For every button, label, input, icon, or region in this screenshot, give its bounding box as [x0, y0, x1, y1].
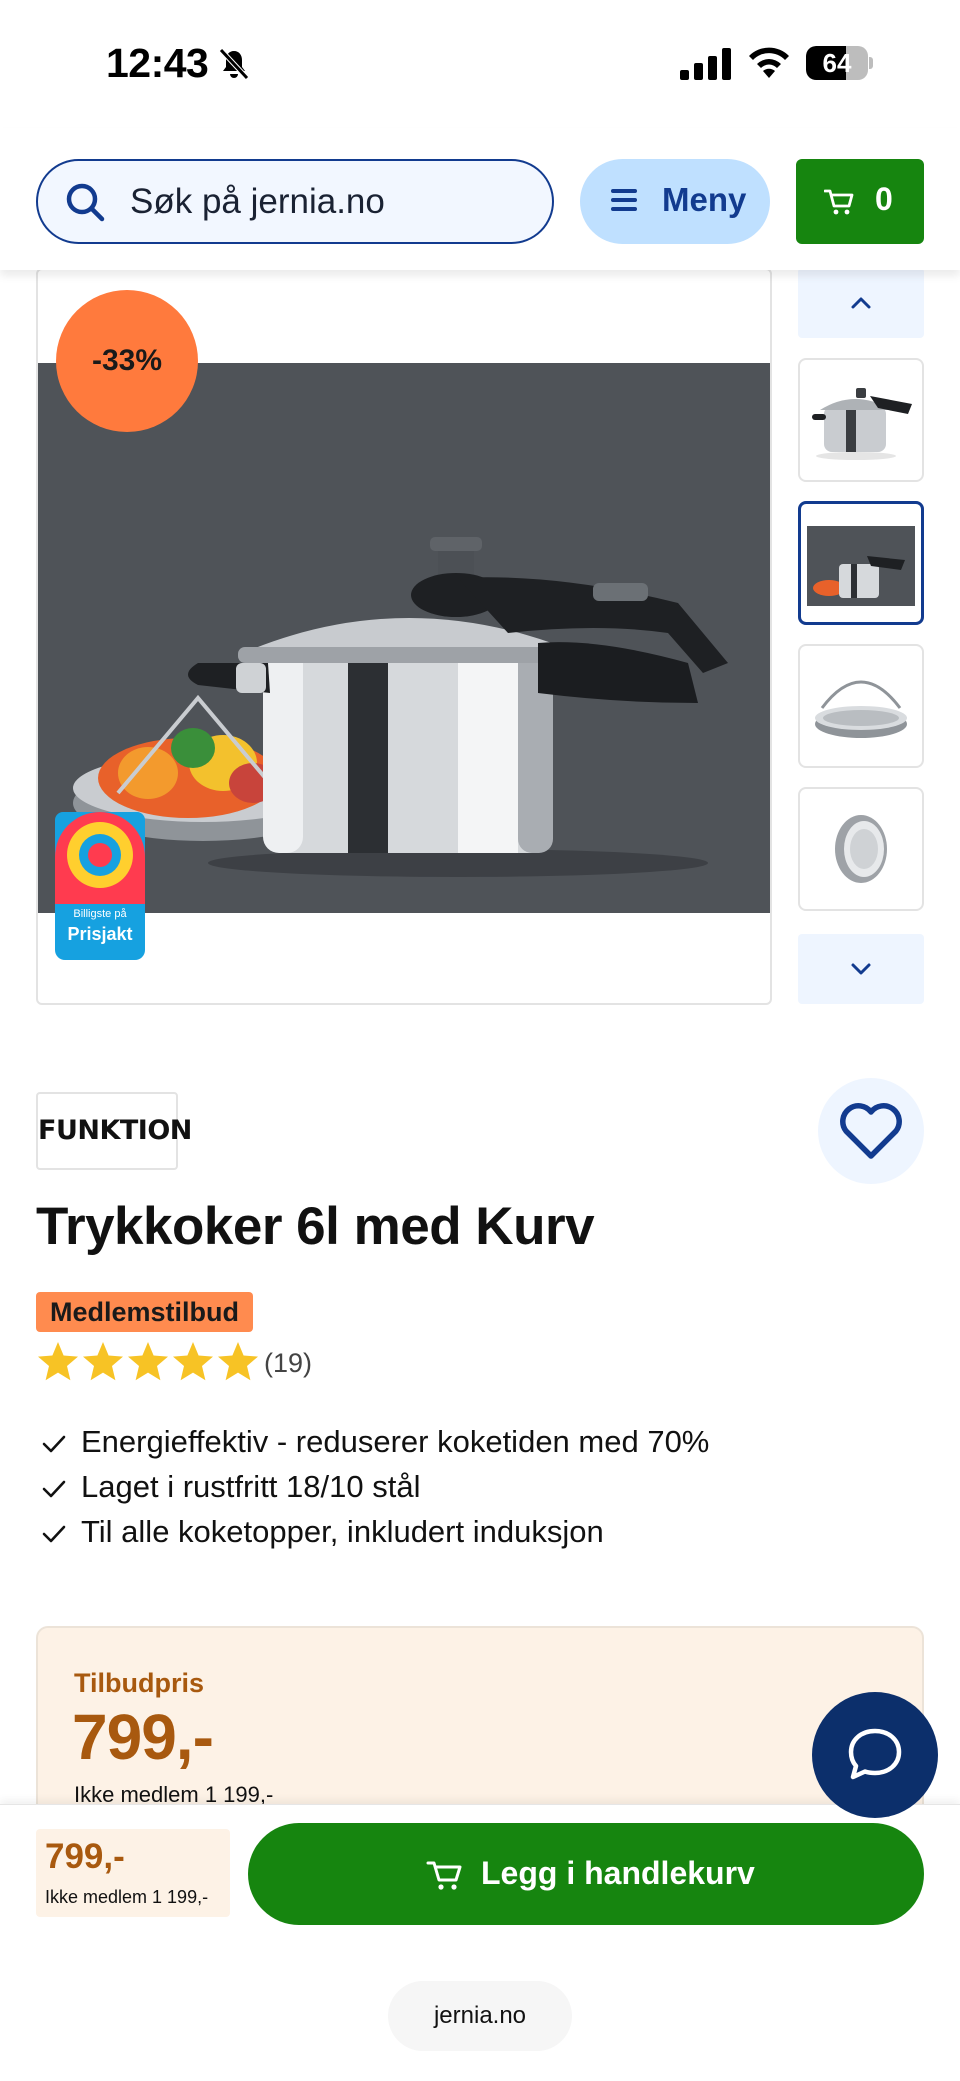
- search-input[interactable]: Søk på jernia.no: [36, 159, 554, 244]
- cart-icon: [426, 1861, 462, 1890]
- star-icon: [38, 1342, 78, 1381]
- star-icon: [83, 1342, 123, 1381]
- price-box: Tilbudpris 799,- Ikke medlem 1 199,-: [36, 1626, 924, 1816]
- battery-percent: 64: [822, 48, 852, 78]
- offer-price-label: Tilbudpris: [74, 1668, 205, 1698]
- brand-logo: FUNKTION: [38, 1115, 192, 1146]
- favorite-button[interactable]: [818, 1078, 924, 1184]
- thumbnail-scroll-up-button[interactable]: [798, 268, 924, 338]
- feature-text: Energieffektiv - reduserer koketiden med…: [81, 1424, 710, 1459]
- thumbnail-pot-image: [812, 388, 912, 460]
- thumbnail-steamer-basket-image: [815, 680, 907, 738]
- feature-item: Til alle koketopper, inkludert induksjon: [36, 1510, 916, 1555]
- bell-slash-icon: [219, 48, 249, 80]
- wifi-icon: [749, 47, 789, 78]
- product-image: [38, 363, 770, 913]
- feature-item: Energieffektiv - reduserer koketiden med…: [36, 1420, 916, 1465]
- prisjakt-brand: Prisjakt: [67, 924, 133, 944]
- feature-text: Til alle koketopper, inkludert induksjon: [81, 1514, 604, 1549]
- thumbnail-1[interactable]: [798, 358, 924, 482]
- member-offer-badge: Medlemstilbud: [36, 1292, 254, 1332]
- search-placeholder: Søk på jernia.no: [130, 182, 385, 221]
- thumbnail-pot-with-basket-image: [807, 526, 915, 606]
- site-header: Søk på jernia.no Meny 0: [0, 128, 960, 270]
- thumbnail-gasket-image: [835, 815, 887, 883]
- cart-icon: [824, 189, 854, 215]
- rating-count: (19): [264, 1348, 313, 1378]
- hamburger-menu-icon: [611, 189, 637, 211]
- checkmark-icon: [42, 1525, 66, 1543]
- discount-text: -33%: [91, 344, 163, 377]
- cellular-signal-icon: [680, 48, 731, 80]
- pressure-cooker-illustration: [73, 537, 728, 877]
- brand-logo-link[interactable]: FUNKTION: [36, 1092, 192, 1170]
- thumbnail-2-selected[interactable]: [798, 501, 924, 625]
- chevron-up-icon: [851, 297, 871, 309]
- battery-indicator: 64: [806, 46, 873, 80]
- battery-body: 64: [806, 46, 868, 80]
- thumbnail-scroll-down-button[interactable]: [798, 934, 924, 1004]
- status-bar: 12:43 64: [0, 0, 960, 128]
- sticky-non-member-price: Ikke medlem 1 199,-: [45, 1887, 209, 1907]
- chat-bubble-icon: [848, 1728, 902, 1780]
- browser-url-bar[interactable]: jernia.no: [388, 1981, 572, 2051]
- status-time: 12:43: [106, 40, 209, 86]
- search-icon: [66, 183, 105, 222]
- star-icon: [173, 1342, 213, 1381]
- thumbnail-3[interactable]: [798, 644, 924, 768]
- add-to-cart-button[interactable]: Legg i handlekurv: [248, 1823, 924, 1925]
- cart-count: 0: [875, 181, 893, 217]
- prisjakt-caption: Billigste på: [73, 908, 127, 920]
- prisjakt-badge[interactable]: Billigste på Prisjakt: [55, 812, 145, 960]
- chat-button[interactable]: [812, 1692, 938, 1818]
- star-icon: [128, 1342, 168, 1381]
- browser-url: jernia.no: [433, 2002, 527, 2029]
- sticky-price: 799,-: [45, 1837, 125, 1876]
- cart-button[interactable]: 0: [796, 159, 924, 244]
- menu-label: Meny: [662, 181, 747, 218]
- chevron-down-icon: [851, 963, 871, 975]
- sticky-purchase-bar: 799,- Ikke medlem 1 199,- Legg i handlek…: [0, 1804, 960, 2081]
- offer-price: 799,-: [72, 1701, 214, 1773]
- checkmark-icon: [42, 1480, 66, 1498]
- feature-text: Laget i rustfritt 18/10 stål: [81, 1469, 421, 1504]
- add-to-cart-label: Legg i handlekurv: [481, 1855, 755, 1891]
- prisjakt-logo: [55, 812, 145, 904]
- product-title: Trykkoker 6l med Kurv: [36, 1197, 595, 1256]
- star-icon: [218, 1342, 258, 1381]
- feature-item: Laget i rustfritt 18/10 stål: [36, 1465, 916, 1510]
- heart-icon: [840, 1103, 902, 1159]
- battery-cap: [869, 57, 873, 69]
- discount-badge: -33%: [56, 290, 198, 432]
- checkmark-icon: [42, 1435, 66, 1453]
- prisjakt-ring-inner: [88, 843, 112, 867]
- thumbnail-4[interactable]: [798, 787, 924, 911]
- menu-button[interactable]: Meny: [580, 159, 770, 244]
- sticky-price-box: 799,- Ikke medlem 1 199,-: [36, 1829, 230, 1917]
- feature-list: Energieffektiv - reduserer koketiden med…: [36, 1420, 916, 1555]
